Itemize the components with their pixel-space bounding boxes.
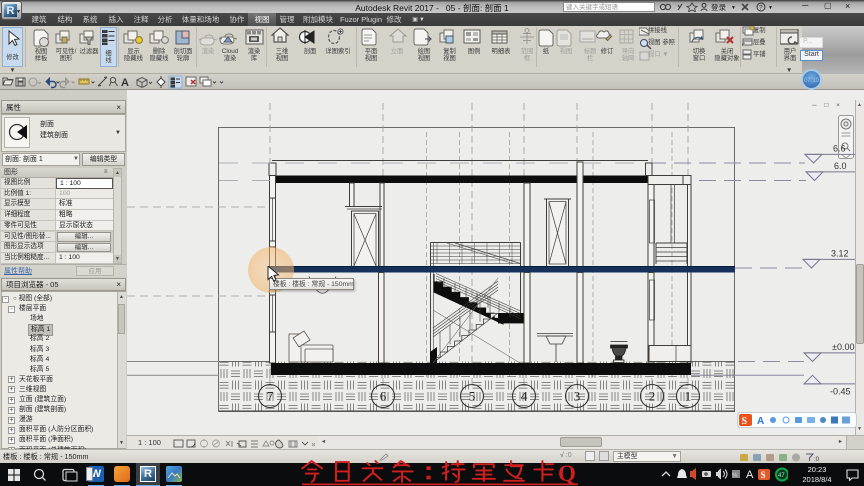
svg-text:%: % xyxy=(732,473,738,479)
svg-text:A: A xyxy=(746,469,754,481)
svg-text:▼: ▼ xyxy=(768,5,773,11)
svg-text:±0.00: ±0.00 xyxy=(832,342,854,352)
svg-text:6.6: 6.6 xyxy=(833,144,846,154)
svg-text:6: 6 xyxy=(380,389,387,404)
svg-text:Q: Q xyxy=(558,461,576,486)
svg-text:?: ? xyxy=(759,5,763,12)
svg-text:A: A xyxy=(121,77,129,89)
svg-text:5: 5 xyxy=(469,389,476,404)
svg-text:47: 47 xyxy=(778,473,785,479)
svg-text:1: 1 xyxy=(685,389,692,404)
svg-text:-0.45: -0.45 xyxy=(830,386,851,396)
svg-text:2: 2 xyxy=(649,389,656,404)
svg-text:登录: 登录 xyxy=(711,2,726,12)
svg-text:4: 4 xyxy=(521,389,528,404)
svg-text:6.0: 6.0 xyxy=(834,161,847,171)
svg-text:▼: ▼ xyxy=(731,5,736,11)
svg-text:3.12: 3.12 xyxy=(831,249,849,259)
svg-text:3: 3 xyxy=(574,389,581,404)
svg-text:7: 7 xyxy=(267,389,274,404)
svg-text:S: S xyxy=(742,416,748,427)
svg-text:A: A xyxy=(757,416,764,427)
svg-text:S: S xyxy=(761,470,766,480)
